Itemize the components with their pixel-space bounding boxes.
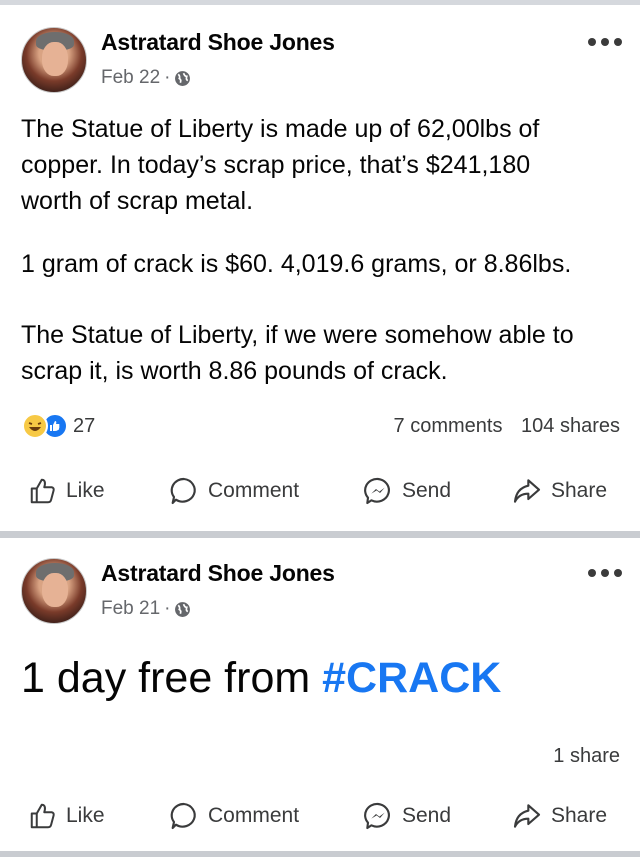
post-text: The Statue of Liberty is made up of 62,0… xyxy=(21,111,631,219)
post-card: Astratard Shoe Jones Feb 22 · The Statue… xyxy=(0,5,640,531)
shares-count[interactable]: 104 shares xyxy=(521,415,620,437)
comment-label: Comment xyxy=(208,479,300,502)
bottom-divider xyxy=(0,851,640,857)
post-text-line: 1 gram of crack is $60. 4,019.6 grams, o… xyxy=(21,250,572,278)
send-button[interactable]: Send xyxy=(362,471,451,511)
share-button[interactable]: Share xyxy=(511,471,607,511)
hashtag-link[interactable]: #CRACK xyxy=(322,654,501,702)
haha-icon xyxy=(22,413,48,439)
author-name[interactable]: Astratard Shoe Jones xyxy=(101,560,335,587)
meta-separator: · xyxy=(164,598,171,619)
comment-button[interactable]: Comment xyxy=(168,796,299,836)
like-label: Like xyxy=(66,479,105,502)
post-text: 1 gram of crack is $60. 4,019.6 grams, o… xyxy=(21,246,631,282)
reaction-count: 27 xyxy=(73,414,96,437)
post-stats: 7 comments 104 shares xyxy=(394,415,620,438)
send-label: Send xyxy=(402,804,452,827)
post-text-line: copper. In today’s scrap price, that’s $… xyxy=(21,151,531,179)
post-meta: Feb 21 · xyxy=(101,598,191,620)
post-meta: Feb 22 · xyxy=(101,67,191,89)
more-options-icon[interactable] xyxy=(588,568,622,578)
post-card: Astratard Shoe Jones Feb 21 · 1 day free… xyxy=(0,538,640,851)
send-button[interactable]: Send xyxy=(362,796,451,836)
post-divider xyxy=(0,531,640,538)
reactions-summary[interactable]: 27 xyxy=(22,413,95,439)
globe-icon xyxy=(175,601,191,617)
meta-separator: · xyxy=(164,67,171,88)
like-button[interactable]: Like xyxy=(28,796,105,836)
share-label: Share xyxy=(551,804,608,827)
comment-icon xyxy=(170,477,196,505)
share-button[interactable]: Share xyxy=(511,796,607,836)
post-text-line: scrap it, is worth 8.86 pounds of crack. xyxy=(21,357,448,385)
post-date[interactable]: Feb 21 xyxy=(101,598,160,620)
comments-count[interactable]: 7 comments xyxy=(394,415,503,437)
like-label: Like xyxy=(66,804,105,827)
shares-count[interactable]: 1 share xyxy=(553,745,620,767)
avatar[interactable] xyxy=(21,558,87,624)
globe-icon xyxy=(175,70,191,86)
action-bar: Like Comment Send Share xyxy=(0,471,640,511)
comment-label: Comment xyxy=(208,804,300,827)
like-button[interactable]: Like xyxy=(28,471,105,511)
messenger-icon xyxy=(364,477,390,505)
post-text: 1 day free from #CRACK xyxy=(21,652,631,704)
share-icon xyxy=(513,804,541,828)
share-label: Share xyxy=(551,479,608,502)
share-icon xyxy=(513,479,541,503)
post-text-line: worth of scrap metal. xyxy=(21,187,254,215)
author-name[interactable]: Astratard Shoe Jones xyxy=(101,29,335,56)
post-text-line: 1 day free from xyxy=(21,654,323,702)
action-bar: Like Comment Send Share xyxy=(0,796,640,836)
more-options-icon[interactable] xyxy=(588,37,622,47)
thumbs-up-icon xyxy=(30,803,55,829)
avatar[interactable] xyxy=(21,27,87,93)
thumbs-up-icon xyxy=(30,478,55,504)
post-text-line: The Statue of Liberty, if we were someho… xyxy=(21,321,574,349)
send-label: Send xyxy=(402,479,452,502)
post-text: The Statue of Liberty, if we were someho… xyxy=(21,317,631,389)
comment-button[interactable]: Comment xyxy=(168,471,299,511)
post-text-line: The Statue of Liberty is made up of 62,0… xyxy=(21,115,540,143)
post-stats: 1 share xyxy=(553,745,620,768)
comment-icon xyxy=(170,802,196,830)
post-date[interactable]: Feb 22 xyxy=(101,67,160,89)
messenger-icon xyxy=(364,802,390,830)
